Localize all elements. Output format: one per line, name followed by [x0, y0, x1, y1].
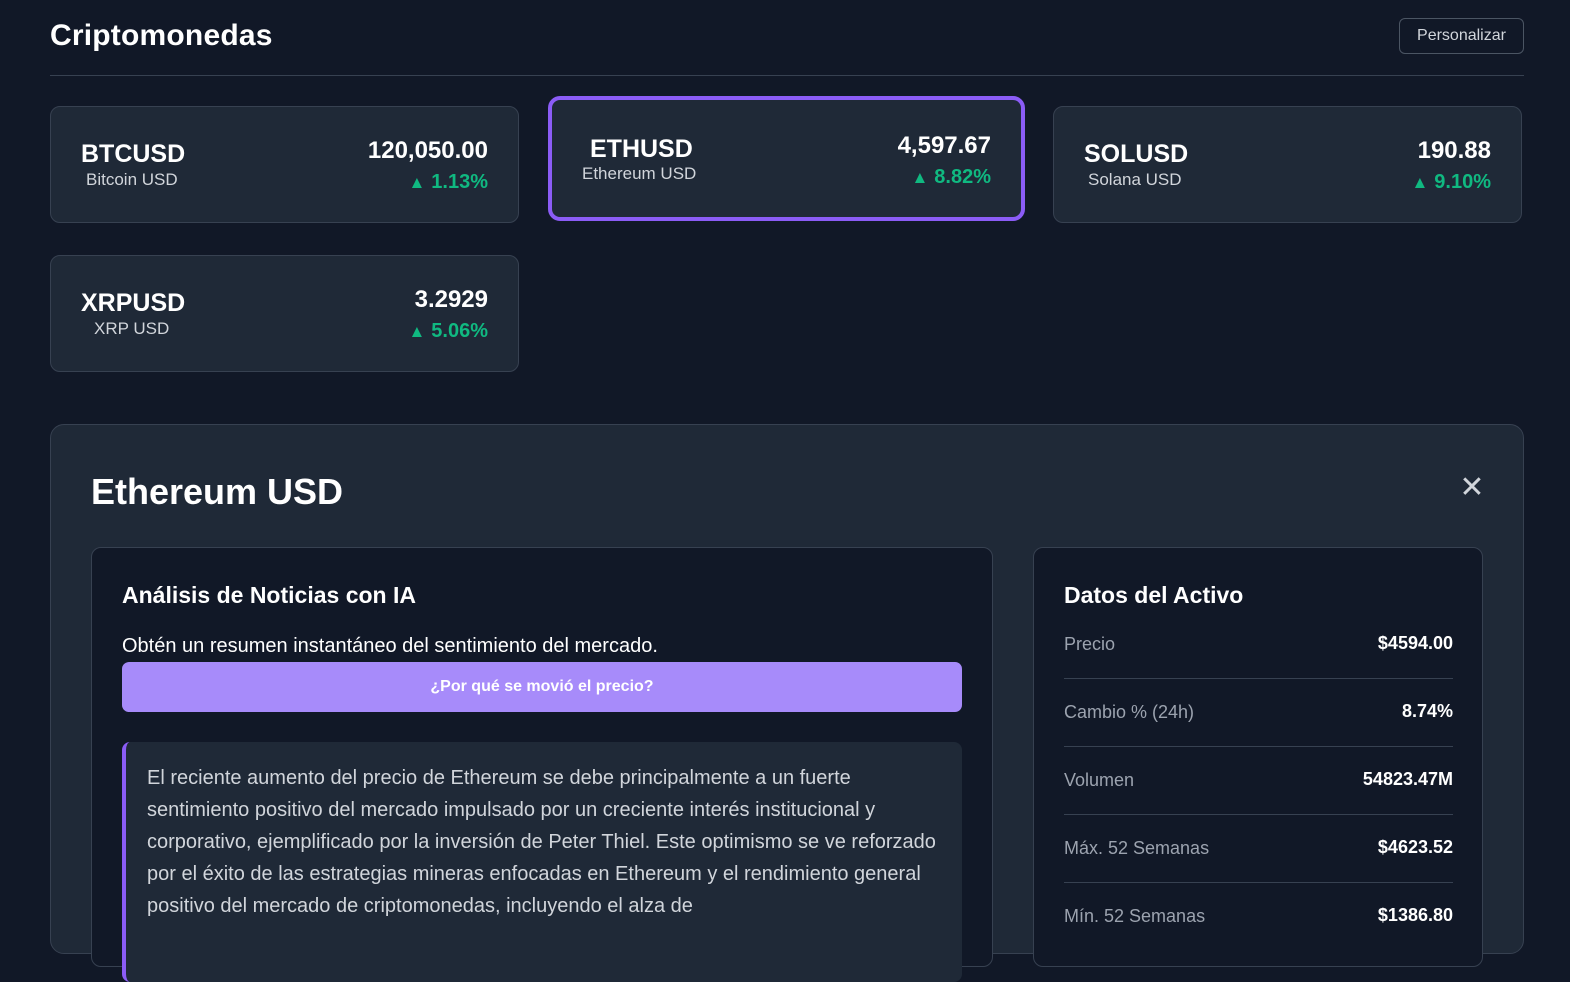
ai-analysis-text: El reciente aumento del precio de Ethere…: [147, 767, 936, 917]
personalize-button[interactable]: Personalizar: [1399, 18, 1524, 54]
ticker-change-value: 8.82%: [934, 166, 991, 188]
asset-data-row: Cambio % (24h) 8.74%: [1064, 679, 1453, 747]
ticker-change: ▲ 5.06%: [408, 320, 488, 343]
ticker-name: Bitcoin USD: [86, 170, 178, 189]
ticker-price: 4,597.67: [897, 132, 991, 159]
ticker-price: 3.2929: [414, 286, 488, 313]
asset-data-label: Máx. 52 Semanas: [1064, 838, 1210, 858]
ai-news-subtitle: Obtén un resumen instantáneo del sentimi…: [122, 635, 658, 657]
asset-detail-panel: Ethereum USD ✕ Análisis de Noticias con …: [50, 424, 1524, 982]
ticker-name: Solana USD: [1088, 170, 1182, 189]
close-icon[interactable]: ✕: [1459, 473, 1485, 503]
asset-data-label: Volumen: [1064, 770, 1135, 790]
triangle-up-icon: ▲: [911, 168, 929, 187]
asset-data-row: Precio $4594.00: [1064, 611, 1453, 679]
ticker-change: ▲ 9.10%: [1411, 171, 1491, 194]
asset-data-title: Datos del Activo: [1064, 582, 1244, 608]
ticker-name: Ethereum USD: [582, 164, 697, 183]
ticker-change: ▲ 1.13%: [408, 171, 488, 194]
ticker-symbol: BTCUSD: [81, 140, 186, 168]
asset-data-panel: Datos del Activo Precio $4594.00 Cambio …: [1033, 547, 1483, 967]
asset-data-row: Máx. 52 Semanas $4623.52: [1064, 815, 1453, 883]
ticker-change: ▲ 8.82%: [911, 166, 991, 189]
ticker-price: 120,050.00: [367, 137, 488, 164]
ticker-change-value: 1.13%: [431, 171, 488, 193]
triangle-up-icon: ▲: [408, 173, 426, 192]
asset-data-row: Volumen 54823.47M: [1064, 747, 1453, 815]
ai-analysis-box: El reciente aumento del precio de Ethere…: [122, 742, 962, 982]
triangle-up-icon: ▲: [408, 322, 426, 341]
triangle-up-icon: ▲: [1411, 173, 1429, 192]
asset-data-value: $1386.80: [1377, 905, 1453, 925]
asset-data-value: 8.74%: [1401, 701, 1453, 721]
ticker-card-xrpusd[interactable]: XRPUSD XRP USD 3.2929 ▲ 5.06%: [50, 255, 519, 372]
asset-data-label: Precio: [1064, 634, 1116, 654]
asset-data-label: Cambio % (24h): [1064, 702, 1195, 722]
detail-title: Ethereum USD: [91, 471, 344, 512]
ticker-price: 190.88: [1417, 137, 1491, 164]
ai-news-panel: Análisis de Noticias con IA Obtén un res…: [91, 547, 993, 982]
asset-data-value: $4623.52: [1377, 837, 1453, 857]
asset-data-value: 54823.47M: [1362, 769, 1453, 789]
ticker-symbol: SOLUSD: [1084, 140, 1189, 168]
asset-data-list: Precio $4594.00 Cambio % (24h) 8.74% Vol…: [1064, 611, 1453, 950]
why-price-moved-button[interactable]: ¿Por qué se movió el precio?: [122, 662, 962, 712]
page-header: Criptomonedas Personalizar: [50, 0, 1524, 76]
ticker-change-value: 5.06%: [431, 320, 488, 342]
ticker-card-solusd[interactable]: SOLUSD Solana USD 190.88 ▲ 9.10%: [1053, 106, 1522, 223]
ticker-card-btcusd[interactable]: BTCUSD Bitcoin USD 120,050.00 ▲ 1.13%: [50, 106, 519, 223]
asset-data-row: Mín. 52 Semanas $1386.80: [1064, 883, 1453, 950]
asset-data-label: Mín. 52 Semanas: [1064, 906, 1206, 926]
ai-news-title: Análisis de Noticias con IA: [122, 582, 416, 608]
asset-data-value: $4594.00: [1377, 633, 1453, 653]
ticker-symbol: ETHUSD: [590, 135, 693, 163]
ticker-card-ethusd[interactable]: ETHUSD Ethereum USD 4,597.67 ▲ 8.82%: [548, 96, 1025, 221]
ticker-change-value: 9.10%: [1434, 171, 1491, 193]
ticker-symbol: XRPUSD: [81, 289, 186, 317]
ticker-name: XRP USD: [94, 319, 170, 338]
page-title: Criptomonedas: [50, 19, 273, 52]
